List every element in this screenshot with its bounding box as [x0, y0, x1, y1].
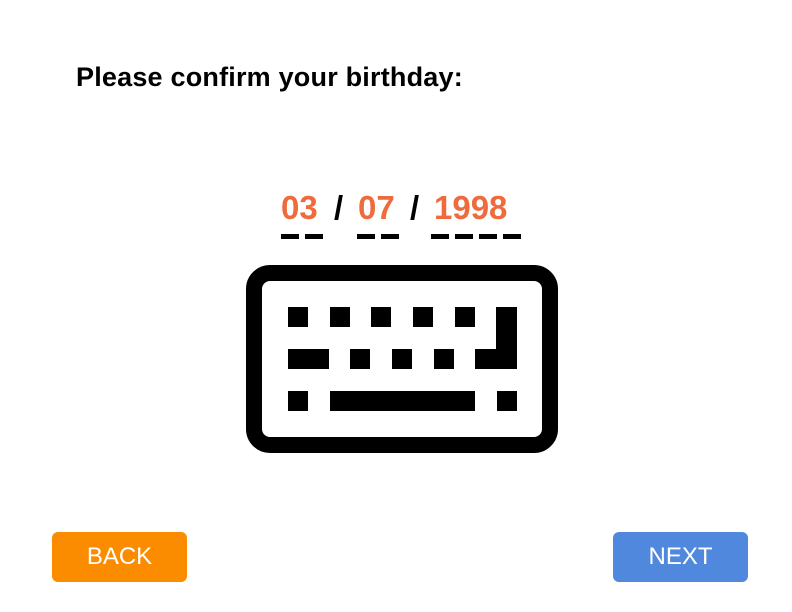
day-value[interactable]: 07	[358, 188, 395, 228]
keyboard-icon[interactable]	[246, 265, 558, 453]
date-separator: /	[334, 189, 344, 226]
year-blank-underline	[431, 234, 521, 241]
page-title: Please confirm your birthday:	[76, 62, 463, 92]
back-button[interactable]: BACK	[52, 532, 187, 582]
month-value[interactable]: 03	[281, 188, 318, 228]
next-button[interactable]: NEXT	[613, 532, 748, 582]
month-blank-underline	[281, 234, 323, 241]
year-value[interactable]: 1998	[434, 188, 507, 228]
birthday-date-display: 03 / 07 / 1998	[0, 188, 792, 248]
day-blank-underline	[357, 234, 399, 241]
date-separator: /	[410, 189, 420, 226]
